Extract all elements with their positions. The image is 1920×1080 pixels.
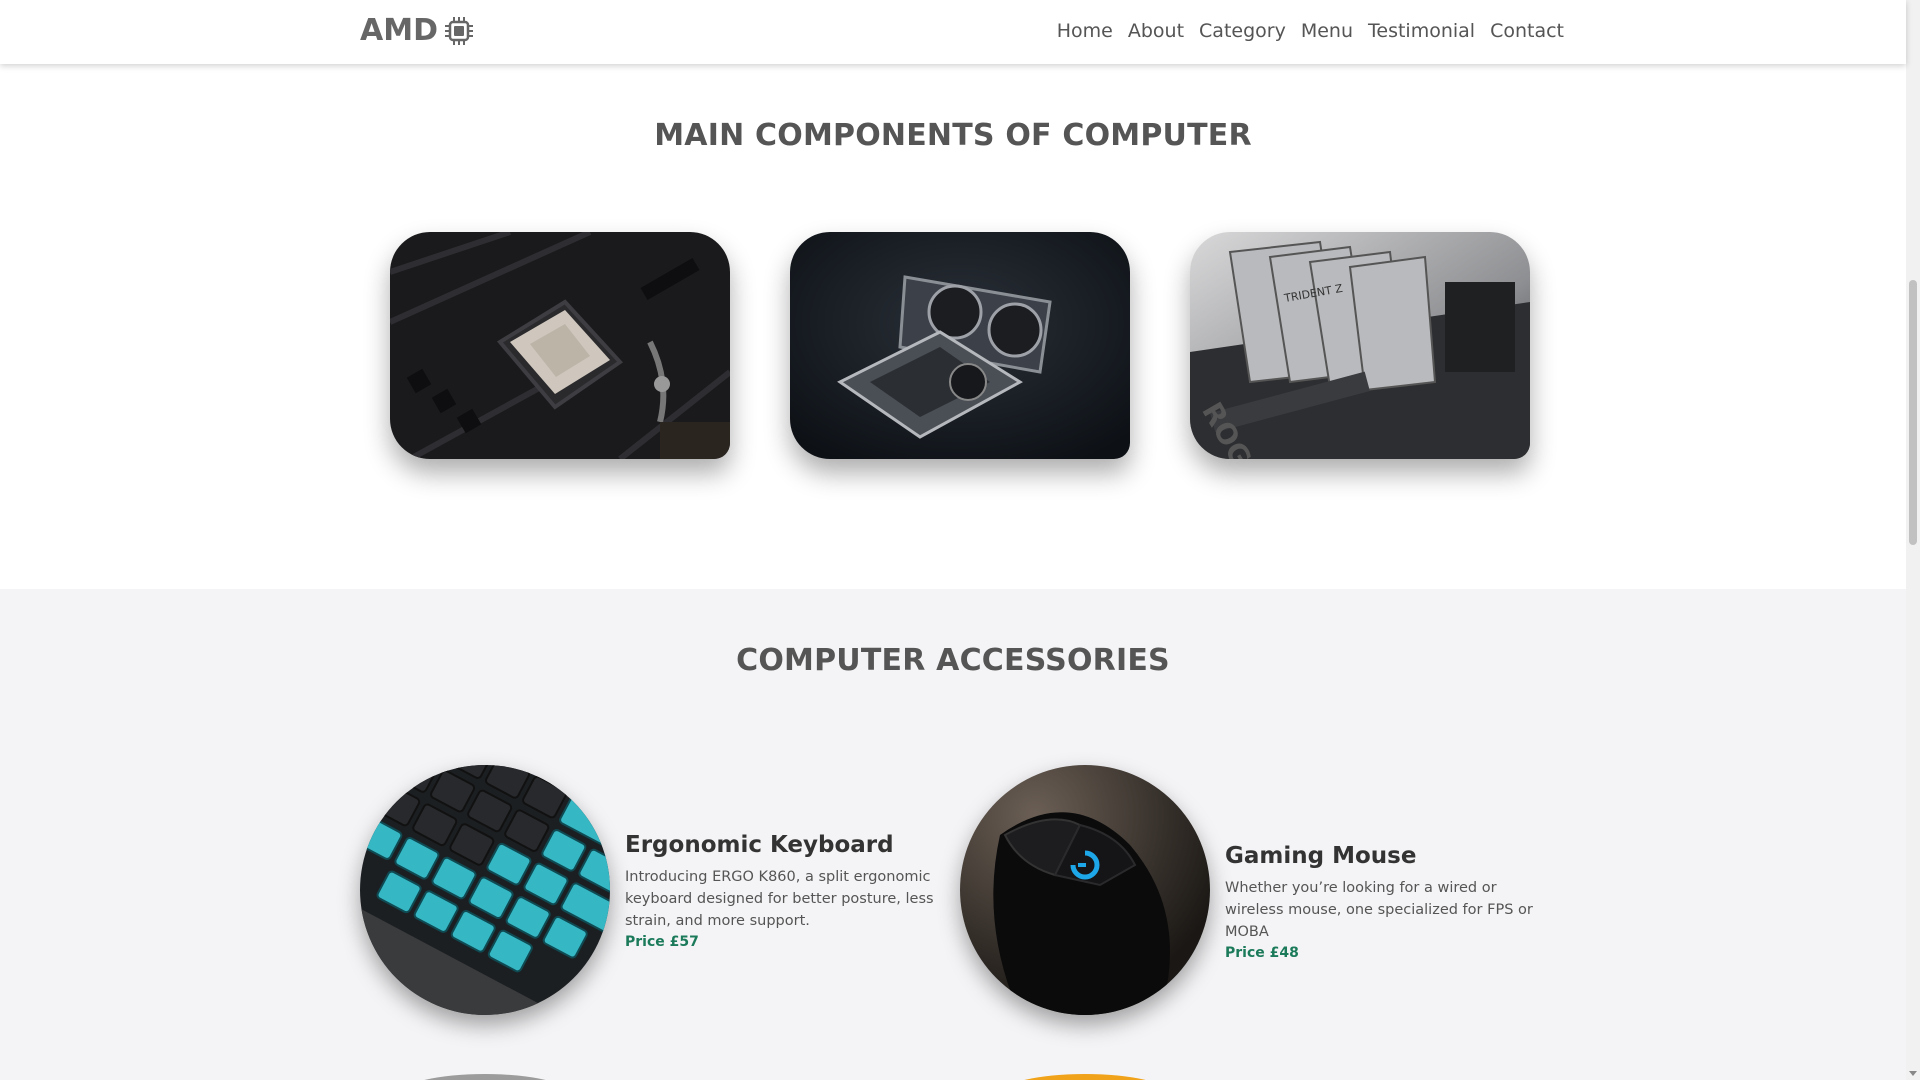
- nav-home[interactable]: Home: [1057, 20, 1113, 42]
- accessory-card: Ergonomic Keyboard Introducing ERGO K860…: [360, 765, 950, 1015]
- brand-name: AMD: [360, 13, 438, 48]
- accessory-card: Gaming Mouse Whether you’re looking for …: [960, 765, 1550, 1015]
- nav-category[interactable]: Category: [1199, 20, 1286, 42]
- cpu-motherboard-image[interactable]: [390, 232, 730, 459]
- accessory-title: Gaming Mouse: [1225, 843, 1417, 869]
- page-scrollbar[interactable]: [1906, 0, 1920, 1080]
- accessory-description: Introducing ERGO K860, a split ergonomic…: [625, 869, 934, 929]
- ram-modules-image[interactable]: TRIDENT Z ROG: [1190, 232, 1530, 459]
- main-nav: Home About Category Menu Testimonial Con…: [1057, 20, 1564, 42]
- accessory-description: Whether you’re looking for a wired or wi…: [1225, 880, 1533, 940]
- nav-testimonial[interactable]: Testimonial: [1368, 20, 1475, 42]
- site-header: AMD Home About Category Menu Testimonial…: [0, 0, 1906, 64]
- components-title: MAIN COMPONENTS OF COMPUTER: [654, 118, 1252, 153]
- mouse-image[interactable]: [960, 765, 1210, 1015]
- chip-icon: [444, 16, 473, 45]
- nav-contact[interactable]: Contact: [1490, 20, 1564, 42]
- nav-about[interactable]: About: [1128, 20, 1184, 42]
- accessories-title: COMPUTER ACCESSORIES: [736, 643, 1170, 678]
- brand-logo[interactable]: AMD: [360, 13, 474, 48]
- accessory-info: Ergonomic Keyboard Introducing ERGO K860…: [625, 832, 950, 950]
- accessory-info: Gaming Mouse Whether you’re looking for …: [1225, 843, 1550, 961]
- accessories-section: COMPUTER ACCESSORIES Ergonomic Keyboard …: [0, 589, 1906, 1080]
- scrollbar-thumb[interactable]: [1909, 280, 1917, 545]
- accessory-title: Ergonomic Keyboard: [625, 832, 894, 858]
- graphics-cards-image[interactable]: [790, 232, 1130, 459]
- scroll-down-icon[interactable]: [1909, 1071, 1917, 1076]
- accessory-price: Price £57: [625, 934, 699, 950]
- nav-menu[interactable]: Menu: [1301, 20, 1353, 42]
- keyboard-image[interactable]: [360, 765, 610, 1015]
- accessory-price: Price £48: [1225, 945, 1299, 961]
- components-section: MAIN COMPONENTS OF COMPUTER TRIDENT Z RO…: [0, 64, 1906, 589]
